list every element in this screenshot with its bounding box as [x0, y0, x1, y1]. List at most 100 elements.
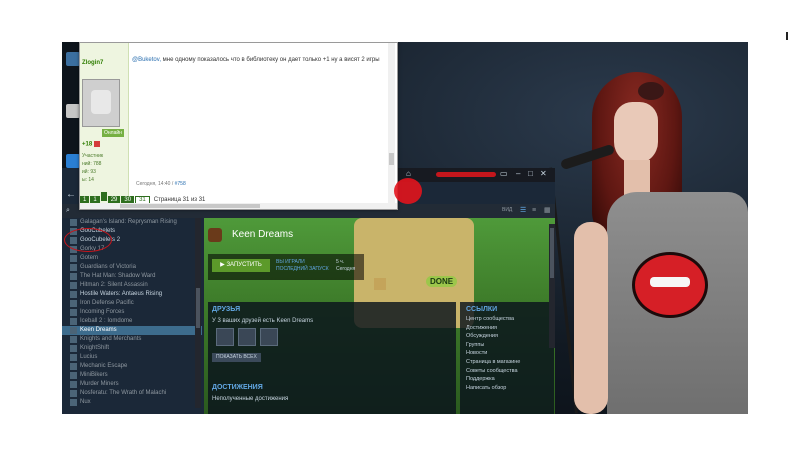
library-item[interactable]: Nux [62, 398, 202, 407]
library-item-label: Gotem [80, 255, 99, 261]
forum-horizontal-scrollbar[interactable] [80, 203, 397, 209]
screenshot: ⌂ ▭ – □ ✕ ← ⌕ ВИД ☰ ≡ ▦ Galagan's Island… [62, 42, 748, 414]
mentioned-user[interactable]: @Buketov, [132, 57, 161, 63]
friends-title: ДРУЗЬЯ [212, 306, 241, 313]
detail-view-icon[interactable]: ☰ [520, 207, 527, 214]
launch-button[interactable]: ▶ ЗАПУСТИТЬ [212, 259, 270, 272]
game-icon [70, 264, 77, 271]
library-item[interactable]: Keen Dreams [62, 326, 202, 335]
steam-titlebar: ⌂ ▭ – □ ✕ [396, 168, 555, 182]
library-item[interactable]: Hitman 2: Silent Assassin [62, 281, 202, 290]
view-label: ВИД [502, 207, 513, 213]
friend-avatar[interactable] [238, 328, 256, 346]
link-item[interactable]: Центр сообщества [466, 316, 514, 322]
face [614, 102, 658, 164]
grid-view-icon[interactable]: ▦ [544, 207, 551, 214]
game-icon [70, 354, 77, 361]
link-item[interactable]: Страница в магазине [466, 359, 520, 365]
game-icon [70, 300, 77, 307]
library-item[interactable]: Gotem [62, 254, 202, 263]
done-sign: DONE [426, 276, 458, 287]
close-icon[interactable]: ✕ [540, 169, 547, 178]
link-item[interactable]: Группы [466, 342, 484, 348]
user-stat: ий: 93 [82, 169, 96, 175]
gamepad-icon[interactable]: ▭ [500, 169, 508, 178]
game-icon [70, 372, 77, 379]
achievements-text: Неполученные достижения [212, 396, 289, 402]
library-item[interactable]: Lucius [62, 353, 202, 362]
library-item-label: Mechanic Escape [80, 363, 128, 369]
library-item-label: Hostile Waters: Antaeus Rising [80, 291, 163, 297]
home-icon[interactable]: ⌂ [406, 169, 411, 178]
library-item[interactable]: Guardians of Victoria [62, 263, 202, 272]
library-item[interactable]: KnightShift [62, 344, 202, 353]
game-icon [70, 309, 77, 316]
page-button[interactable] [100, 192, 107, 201]
link-item[interactable]: Поддержка [466, 376, 495, 382]
link-item[interactable]: Написать обзор [466, 385, 506, 391]
game-icon [70, 318, 77, 325]
library-item[interactable]: Iceball 2 : Iomdome [62, 317, 202, 326]
game-header: Keen Dreams [204, 224, 555, 246]
game-icon [70, 219, 77, 226]
library-item[interactable]: MiniBikers [62, 371, 202, 380]
post-link[interactable]: #758 [175, 181, 186, 187]
game-icon [70, 345, 77, 352]
library-item-label: Lucius [80, 354, 98, 360]
library-scrollbar[interactable] [195, 218, 201, 408]
library-item[interactable]: Nosferatu: The Wrath of Malachi [62, 389, 202, 398]
avatar [82, 79, 120, 127]
friends-text: У 3 ваших друзей есть Keen Dreams [212, 318, 314, 324]
lips-print [632, 252, 708, 318]
library-item[interactable]: Iron Defense Pacific [62, 299, 202, 308]
game-icon [70, 282, 77, 289]
game-icon [70, 336, 77, 343]
user-stat: ы: 14 [82, 177, 94, 183]
library-item-label: Keen Dreams [80, 327, 117, 333]
play-stats-values: 5 ч. Сегодня [336, 259, 355, 273]
online-badge: Онлайн [102, 129, 124, 137]
user-info-column: Zlogin7 Онлайн +18 Участник ний: 788 ий:… [80, 43, 129, 209]
game-icon [70, 363, 77, 370]
library-item[interactable]: Galagan's Island: Reprysman Rising [62, 218, 202, 227]
library-item[interactable]: The Hat Man: Shadow Ward [62, 272, 202, 281]
played-value: 5 ч. [336, 259, 345, 265]
library-item-label: Galagan's Island: Reprysman Rising [80, 219, 177, 225]
library-item[interactable]: Knights and Merchants [62, 335, 202, 344]
library-item[interactable]: Murder Miners [62, 380, 202, 389]
friends-achievements-panel: ДРУЗЬЯ У 3 ваших друзей есть Keen Dreams… [208, 302, 456, 414]
username[interactable]: Zlogin7 [82, 60, 103, 66]
links-panel: ССЫЛКИ Центр сообщества Достижения Обсужде… [460, 302, 554, 414]
show-all-friends-button[interactable]: ПОКАЗАТЬ ВСЕХ [212, 353, 261, 362]
list-view-icon[interactable]: ≡ [532, 207, 539, 214]
friend-avatar[interactable] [216, 328, 234, 346]
search-icon[interactable]: ⌕ [66, 207, 70, 215]
maximize-icon[interactable]: □ [528, 169, 533, 178]
reputation: +18 [82, 141, 101, 148]
library-item-label: Knights and Merchants [80, 336, 142, 342]
library-item[interactable]: Incoming Forces [62, 308, 202, 317]
library-item-label: MiniBikers [80, 372, 108, 378]
friend-avatar[interactable] [260, 328, 278, 346]
game-title: Keen Dreams [232, 229, 294, 240]
game-icon [70, 273, 77, 280]
links-title: ССЫЛКИ [466, 306, 498, 313]
library-item[interactable]: Hostile Waters: Antaeus Rising [62, 290, 202, 299]
link-item[interactable]: Советы сообщества [466, 368, 518, 374]
library-item[interactable]: Mechanic Escape [62, 362, 202, 371]
pagination: 1 1 29 30 31 Страница 31 из 31 [80, 192, 205, 205]
user-stat: ний: 788 [82, 161, 102, 167]
back-arrow-icon[interactable]: ← [66, 189, 76, 200]
arm [574, 222, 608, 414]
link-item[interactable]: Обсуждения [466, 333, 498, 339]
link-item[interactable]: Достижения [466, 325, 497, 331]
forum-vertical-scrollbar[interactable] [388, 43, 395, 203]
post-date: Сегодня, 14:40 / #758 [136, 181, 186, 187]
library-item-label: The Hat Man: Shadow Ward [80, 273, 156, 279]
link-item[interactable]: Новости [466, 350, 487, 356]
library-item-label: KnightShift [80, 345, 110, 351]
details-scrollbar[interactable] [549, 224, 555, 348]
minimize-icon[interactable]: – [516, 169, 520, 178]
minus-icon[interactable] [94, 141, 101, 147]
launch-bar: ▶ ЗАПУСТИТЬ ВЫ ИГРАЛИ ПОСЛЕДНИЙ ЗАПУСК 5… [208, 254, 364, 280]
